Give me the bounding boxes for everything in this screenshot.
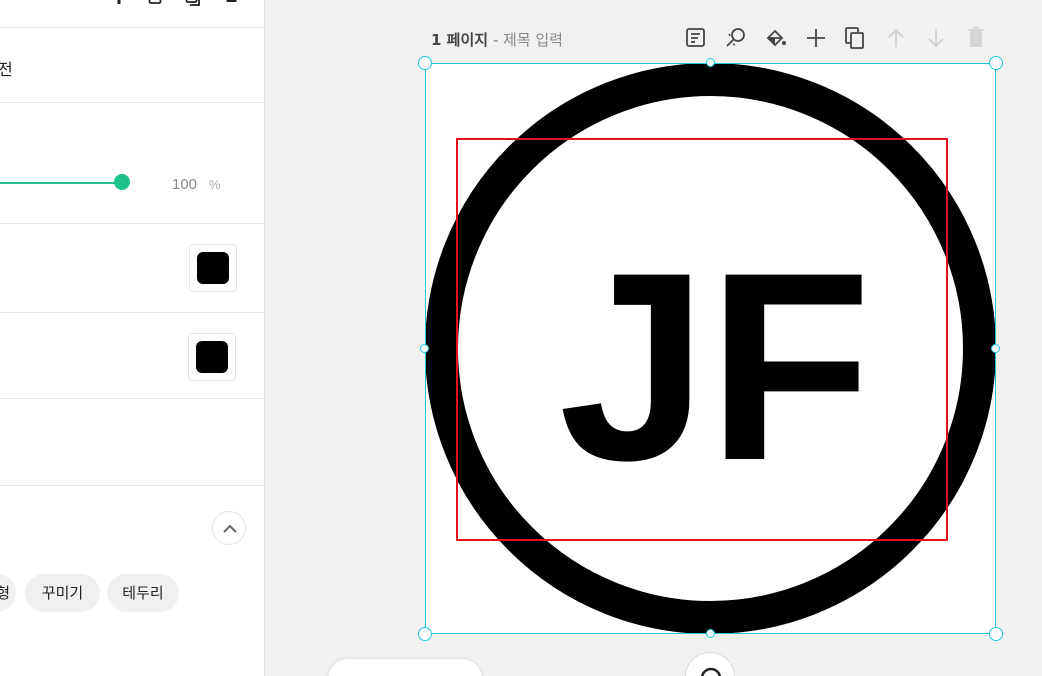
resize-handle-top-right[interactable]: [989, 56, 1003, 70]
properties-panel: 전 100 % 형 꾸미기 테두리: [0, 0, 265, 676]
opacity-unit: %: [209, 177, 221, 192]
copy-icon[interactable]: [185, 0, 200, 8]
resize-handle-bottom-left[interactable]: [418, 627, 432, 641]
page-title-separator: -: [488, 31, 504, 49]
chip-shape[interactable]: 형: [0, 574, 16, 612]
chip-border[interactable]: 테두리: [107, 574, 179, 612]
zoom-icon: [700, 667, 722, 676]
magic-search-icon[interactable]: [724, 26, 748, 50]
add-icon[interactable]: [804, 26, 828, 50]
opacity-value[interactable]: 100: [172, 176, 197, 193]
stroke-color-swatch[interactable]: [188, 333, 236, 381]
selection-box[interactable]: [425, 63, 996, 634]
page-icon[interactable]: [148, 0, 162, 8]
paint-bucket-icon[interactable]: [764, 26, 788, 50]
collapse-button[interactable]: [212, 511, 246, 545]
fill-color-preview: [197, 252, 229, 284]
resize-handle-right[interactable]: [991, 344, 1000, 353]
resize-handle-top[interactable]: [706, 58, 715, 67]
page-number: 1 페이지: [431, 31, 489, 49]
trash-icon: [964, 26, 988, 50]
page-controls-pill[interactable]: [328, 659, 482, 676]
resize-handle-top-left[interactable]: [418, 56, 432, 70]
resize-handle-bottom[interactable]: [706, 629, 715, 638]
arrow-up-icon: [884, 26, 908, 50]
page-title[interactable]: 1 페이지 - 제목 입력: [431, 29, 563, 50]
empty-section: [0, 399, 264, 486]
pin-icon[interactable]: [111, 0, 125, 8]
duplicate-icon[interactable]: [843, 26, 867, 50]
opacity-slider-thumb[interactable]: [114, 174, 130, 190]
rotation-label: 전: [0, 56, 13, 80]
delete-icon[interactable]: [225, 0, 239, 8]
note-icon[interactable]: [684, 26, 708, 50]
page-title-input[interactable]: 제목 입력: [503, 31, 563, 49]
panel-toolbar: [0, 0, 264, 28]
opacity-slider-track[interactable]: [0, 182, 122, 184]
chevron-up-icon: [223, 524, 237, 533]
opacity-section: [0, 103, 264, 224]
resize-handle-left[interactable]: [420, 344, 429, 353]
rotation-section: 전: [0, 28, 264, 103]
fill-color-swatch[interactable]: [189, 244, 237, 292]
resize-handle-bottom-right[interactable]: [989, 627, 1003, 641]
arrow-down-icon: [924, 26, 948, 50]
chip-decorate[interactable]: 꾸미기: [25, 574, 100, 612]
zoom-button[interactable]: [685, 652, 735, 676]
stroke-color-preview: [196, 341, 228, 373]
